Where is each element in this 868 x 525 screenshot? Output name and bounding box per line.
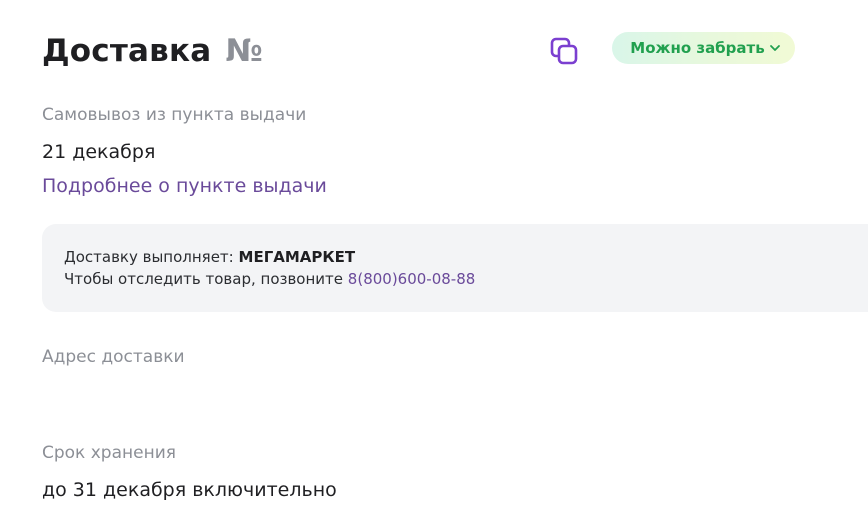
delivery-info-panel: Доставку выполняет: МЕГАМАРКЕТ Чтобы отс… xyxy=(42,224,868,312)
support-phone-link[interactable]: 8(800)600-08-88 xyxy=(348,270,476,288)
page-title-text: Доставка xyxy=(42,33,212,69)
delivery-page: Доставка № Можно забрать Самовывоз из пун… xyxy=(0,0,868,525)
tracking-prefix: Чтобы отследить товар, позвоните xyxy=(64,270,344,288)
page-title: Доставка № xyxy=(42,31,263,71)
tracking-line: Чтобы отследить товар, позвоните 8(800)6… xyxy=(64,270,475,288)
storage-period-label: Срок хранения xyxy=(42,443,176,463)
carrier-prefix: Доставку выполняет: xyxy=(64,248,234,266)
carrier-line: Доставку выполняет: МЕГАМАРКЕТ xyxy=(64,248,355,266)
pickup-point-details-link[interactable]: Подробнее о пункте выдачи xyxy=(42,175,327,197)
order-number-sign: № xyxy=(225,33,263,69)
status-badge-label: Можно забрать xyxy=(630,39,765,57)
copy-icon xyxy=(550,37,578,65)
pickup-label: Самовывоз из пункта выдачи xyxy=(42,105,307,125)
status-badge[interactable]: Можно забрать xyxy=(612,32,795,64)
pickup-date: 21 декабря xyxy=(42,141,156,163)
carrier-name: МЕГАМАРКЕТ xyxy=(238,248,356,266)
chevron-down-icon xyxy=(769,45,780,51)
copy-button[interactable] xyxy=(548,35,580,67)
delivery-address-label: Адрес доставки xyxy=(42,347,185,367)
storage-period-value: до 31 декабря включительно xyxy=(42,479,337,501)
